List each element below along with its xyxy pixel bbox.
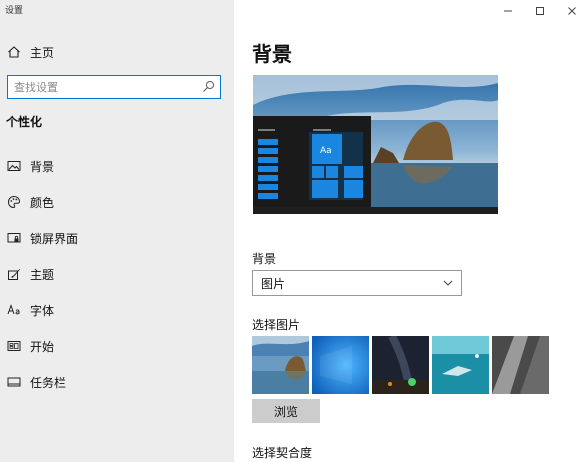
- taskbar-icon: [6, 374, 22, 390]
- dropdown-value: 图片: [261, 276, 286, 291]
- picture-thumbnail[interactable]: [432, 336, 489, 394]
- maximize-icon: [536, 7, 544, 15]
- sidebar-item-label: 任务栏: [30, 375, 67, 390]
- sidebar-item-background[interactable]: 背景: [6, 154, 228, 178]
- sidebar-item-colors[interactable]: 颜色: [6, 190, 228, 214]
- picture-icon: [6, 158, 22, 174]
- browse-button[interactable]: 浏览: [252, 399, 320, 423]
- sidebar-item-start[interactable]: 开始: [6, 334, 228, 358]
- sidebar-item-label: 开始: [30, 339, 55, 354]
- window-controls: [492, 0, 588, 22]
- close-button[interactable]: [556, 0, 588, 22]
- font-icon: [6, 302, 22, 318]
- app-title: 设置: [5, 6, 24, 16]
- sidebar-item-taskbar[interactable]: 任务栏: [6, 370, 228, 394]
- search-input[interactable]: [8, 77, 188, 98]
- picture-thumbnail[interactable]: [312, 336, 369, 394]
- background-type-dropdown[interactable]: 图片: [252, 270, 462, 296]
- preview-tile-text: Aa: [320, 146, 332, 156]
- picture-thumbnail[interactable]: [252, 336, 309, 394]
- sidebar-item-label: 字体: [30, 303, 55, 318]
- search-icon[interactable]: [202, 80, 215, 93]
- minimize-button[interactable]: [492, 0, 524, 22]
- settings-window: 设置 主页 个性化 背景 颜色: [0, 0, 588, 462]
- minimize-icon: [504, 10, 512, 12]
- sidebar: 设置 主页 个性化 背景 颜色: [0, 0, 234, 462]
- sidebar-item-label: 背景: [30, 159, 55, 174]
- sidebar-item-label: 锁屏界面: [30, 231, 79, 246]
- sidebar-item-label: 主题: [30, 267, 55, 282]
- page-title: 背景: [252, 42, 292, 66]
- sidebar-item-home[interactable]: 主页: [6, 40, 228, 64]
- background-preview: Aa: [253, 75, 498, 214]
- picture-thumbnail[interactable]: [492, 336, 549, 394]
- sidebar-item-lock-screen[interactable]: 锁屏界面: [6, 226, 228, 250]
- sidebar-item-label: 主页: [30, 45, 55, 60]
- choose-fit-label: 选择契合度: [252, 446, 313, 460]
- sidebar-item-fonts[interactable]: 字体: [6, 298, 228, 322]
- section-heading: 个性化: [6, 115, 43, 129]
- palette-icon: [6, 194, 22, 210]
- picture-thumbnails: [252, 336, 549, 394]
- choose-picture-label: 选择图片: [252, 318, 301, 332]
- picture-thumbnail[interactable]: [372, 336, 429, 394]
- start-menu-icon: [6, 338, 22, 354]
- lock-screen-icon: [6, 230, 22, 246]
- home-icon: [6, 44, 22, 60]
- close-icon: [568, 7, 576, 15]
- sidebar-item-label: 颜色: [30, 195, 55, 210]
- sidebar-item-themes[interactable]: 主题: [6, 262, 228, 286]
- maximize-button[interactable]: [524, 0, 556, 22]
- background-type-label: 背景: [252, 252, 277, 266]
- search-box: [7, 75, 221, 99]
- theme-brush-icon: [6, 266, 22, 282]
- chevron-down-icon: [443, 280, 453, 286]
